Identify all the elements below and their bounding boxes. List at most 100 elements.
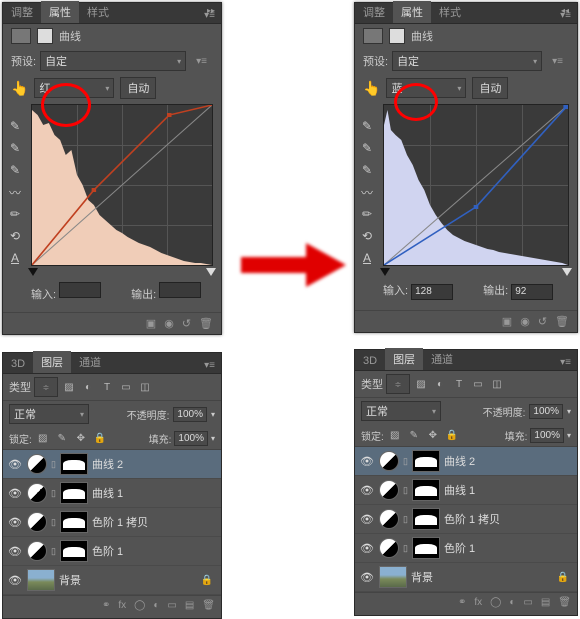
lock-paint-icon[interactable]: ✎ xyxy=(406,427,422,443)
view-previous-icon[interactable]: ◉ xyxy=(164,317,174,330)
eyedropper-black-icon[interactable]: ✎ xyxy=(7,118,23,134)
reset-icon[interactable]: ↺ xyxy=(182,317,191,330)
layer-row[interactable]: 👁▯曲线 2 xyxy=(355,447,577,476)
layer-row[interactable]: 👁背景🔒 xyxy=(355,563,577,592)
visibility-icon[interactable]: 👁 xyxy=(359,542,375,555)
filter-type-select[interactable]: ≑ xyxy=(386,374,410,394)
mask-thumb[interactable] xyxy=(412,508,440,530)
tab-3d[interactable]: 3D xyxy=(3,355,33,373)
trash-icon[interactable]: 🗑 xyxy=(202,600,215,614)
clip-icon[interactable]: ▣ xyxy=(146,317,156,330)
visibility-icon[interactable]: 👁 xyxy=(359,484,375,497)
link-layers-icon[interactable]: ⚭ xyxy=(458,597,466,611)
mask-thumb[interactable] xyxy=(60,511,88,533)
filter-text-icon[interactable]: T xyxy=(451,376,467,392)
output-field[interactable] xyxy=(159,282,201,298)
blend-mode-select[interactable]: 正常▾ xyxy=(9,404,89,424)
tab-properties[interactable]: 属性 xyxy=(41,1,79,23)
curve-edit-icon[interactable]: 〰 xyxy=(359,184,375,200)
curves-graph[interactable] xyxy=(31,104,213,266)
fill-field[interactable]: 100% xyxy=(530,428,564,443)
visibility-icon[interactable]: 👁 xyxy=(359,455,375,468)
mask-thumb[interactable] xyxy=(412,479,440,501)
layer-row[interactable]: 👁▯曲线 1 xyxy=(3,479,221,508)
eyedropper-black-icon[interactable]: ✎ xyxy=(359,118,375,134)
filter-smart-icon[interactable]: ◫ xyxy=(489,376,505,392)
lock-all-icon[interactable]: 🔒 xyxy=(444,427,460,443)
filter-type-select[interactable]: ≑ xyxy=(34,377,58,397)
tab-channels[interactable]: 通道 xyxy=(423,348,461,370)
mask-add-icon[interactable]: ◯ xyxy=(134,600,145,614)
collapse-icon[interactable]: ◂◂ xyxy=(561,6,569,15)
tab-3d[interactable]: 3D xyxy=(355,352,385,370)
tab-adjustments[interactable]: 调整 xyxy=(3,1,41,23)
lock-position-icon[interactable]: ✥ xyxy=(73,430,89,446)
tab-styles[interactable]: 样式 xyxy=(431,1,469,23)
mask-thumb[interactable] xyxy=(60,453,88,475)
fill-field[interactable]: 100% xyxy=(174,431,208,446)
auto-button[interactable]: 自动 xyxy=(120,77,156,99)
new-layer-icon[interactable]: ▤ xyxy=(541,597,550,611)
group-icon[interactable]: ▭ xyxy=(167,600,176,614)
mask-thumb[interactable] xyxy=(412,537,440,559)
visibility-icon[interactable]: 👁 xyxy=(7,516,23,529)
channel-select[interactable]: 红▾ xyxy=(34,78,114,98)
tab-adjustments[interactable]: 调整 xyxy=(355,1,393,23)
pencil-icon[interactable]: ✏ xyxy=(7,206,23,222)
tab-channels[interactable]: 通道 xyxy=(71,351,109,373)
smooth-icon[interactable]: ⟲ xyxy=(7,228,23,244)
curve-edit-icon[interactable]: 〰 xyxy=(7,184,23,200)
visibility-icon[interactable]: 👁 xyxy=(359,571,375,584)
curves-slider[interactable] xyxy=(31,268,213,278)
tab-styles[interactable]: 样式 xyxy=(79,1,117,23)
layer-row[interactable]: 👁▯曲线 1 xyxy=(355,476,577,505)
opacity-field[interactable]: 100% xyxy=(173,407,207,422)
preset-select[interactable]: 自定▾ xyxy=(392,51,542,71)
new-layer-icon[interactable]: ▤ xyxy=(185,600,194,614)
adjustment-add-icon[interactable]: ◐ xyxy=(509,597,515,611)
layer-row[interactable]: 👁▯曲线 2 xyxy=(3,450,221,479)
visibility-icon[interactable]: 👁 xyxy=(7,545,23,558)
trash-icon[interactable]: 🗑 xyxy=(555,315,569,328)
preset-select[interactable]: 自定▾ xyxy=(40,51,186,71)
tab-properties[interactable]: 属性 xyxy=(393,1,431,23)
text-tool-icon[interactable]: A xyxy=(7,250,23,266)
lock-paint-icon[interactable]: ✎ xyxy=(54,430,70,446)
layer-row[interactable]: 👁▯色阶 1 xyxy=(355,534,577,563)
preset-menu-icon[interactable]: ▾≡ xyxy=(546,54,569,69)
mask-add-icon[interactable]: ◯ xyxy=(490,597,501,611)
filter-shape-icon[interactable]: ▭ xyxy=(118,379,134,395)
eyedropper-gray-icon[interactable]: ✎ xyxy=(7,140,23,156)
lock-transparent-icon[interactable]: ▨ xyxy=(387,427,403,443)
pencil-icon[interactable]: ✏ xyxy=(359,206,375,222)
panel-menu-icon[interactable]: ▾≡ xyxy=(198,358,221,373)
trash-icon[interactable]: 🗑 xyxy=(199,317,213,330)
mask-thumb[interactable] xyxy=(60,482,88,504)
eyedropper-white-icon[interactable]: ✎ xyxy=(7,162,23,178)
layer-thumb[interactable] xyxy=(27,569,55,591)
eyedropper-gray-icon[interactable]: ✎ xyxy=(359,140,375,156)
text-tool-icon[interactable]: A xyxy=(359,250,375,266)
hand-icon[interactable]: 👆 xyxy=(363,80,380,97)
tab-layers[interactable]: 图层 xyxy=(385,348,423,370)
input-field[interactable] xyxy=(59,282,101,298)
filter-adjust-icon[interactable]: ◐ xyxy=(432,376,448,392)
hand-icon[interactable]: 👆 xyxy=(11,80,28,97)
clip-icon[interactable]: ▣ xyxy=(502,315,512,328)
filter-adjust-icon[interactable]: ◐ xyxy=(80,379,96,395)
curves-graph[interactable] xyxy=(383,104,569,266)
tab-layers[interactable]: 图层 xyxy=(33,351,71,373)
filter-shape-icon[interactable]: ▭ xyxy=(470,376,486,392)
adjustment-add-icon[interactable]: ◐ xyxy=(153,600,159,614)
fx-icon[interactable]: fx xyxy=(118,600,126,614)
auto-button[interactable]: 自动 xyxy=(472,77,508,99)
filter-pixel-icon[interactable]: ▨ xyxy=(413,376,429,392)
layer-row[interactable]: 👁▯色阶 1 拷贝 xyxy=(3,508,221,537)
fx-icon[interactable]: fx xyxy=(474,597,482,611)
collapse-icon[interactable]: ▸▸ xyxy=(207,6,215,15)
panel-menu-icon[interactable]: ▾≡ xyxy=(554,355,577,370)
smooth-icon[interactable]: ⟲ xyxy=(359,228,375,244)
filter-smart-icon[interactable]: ◫ xyxy=(137,379,153,395)
layer-row[interactable]: 👁背景🔒 xyxy=(3,566,221,595)
visibility-icon[interactable]: 👁 xyxy=(7,458,23,471)
